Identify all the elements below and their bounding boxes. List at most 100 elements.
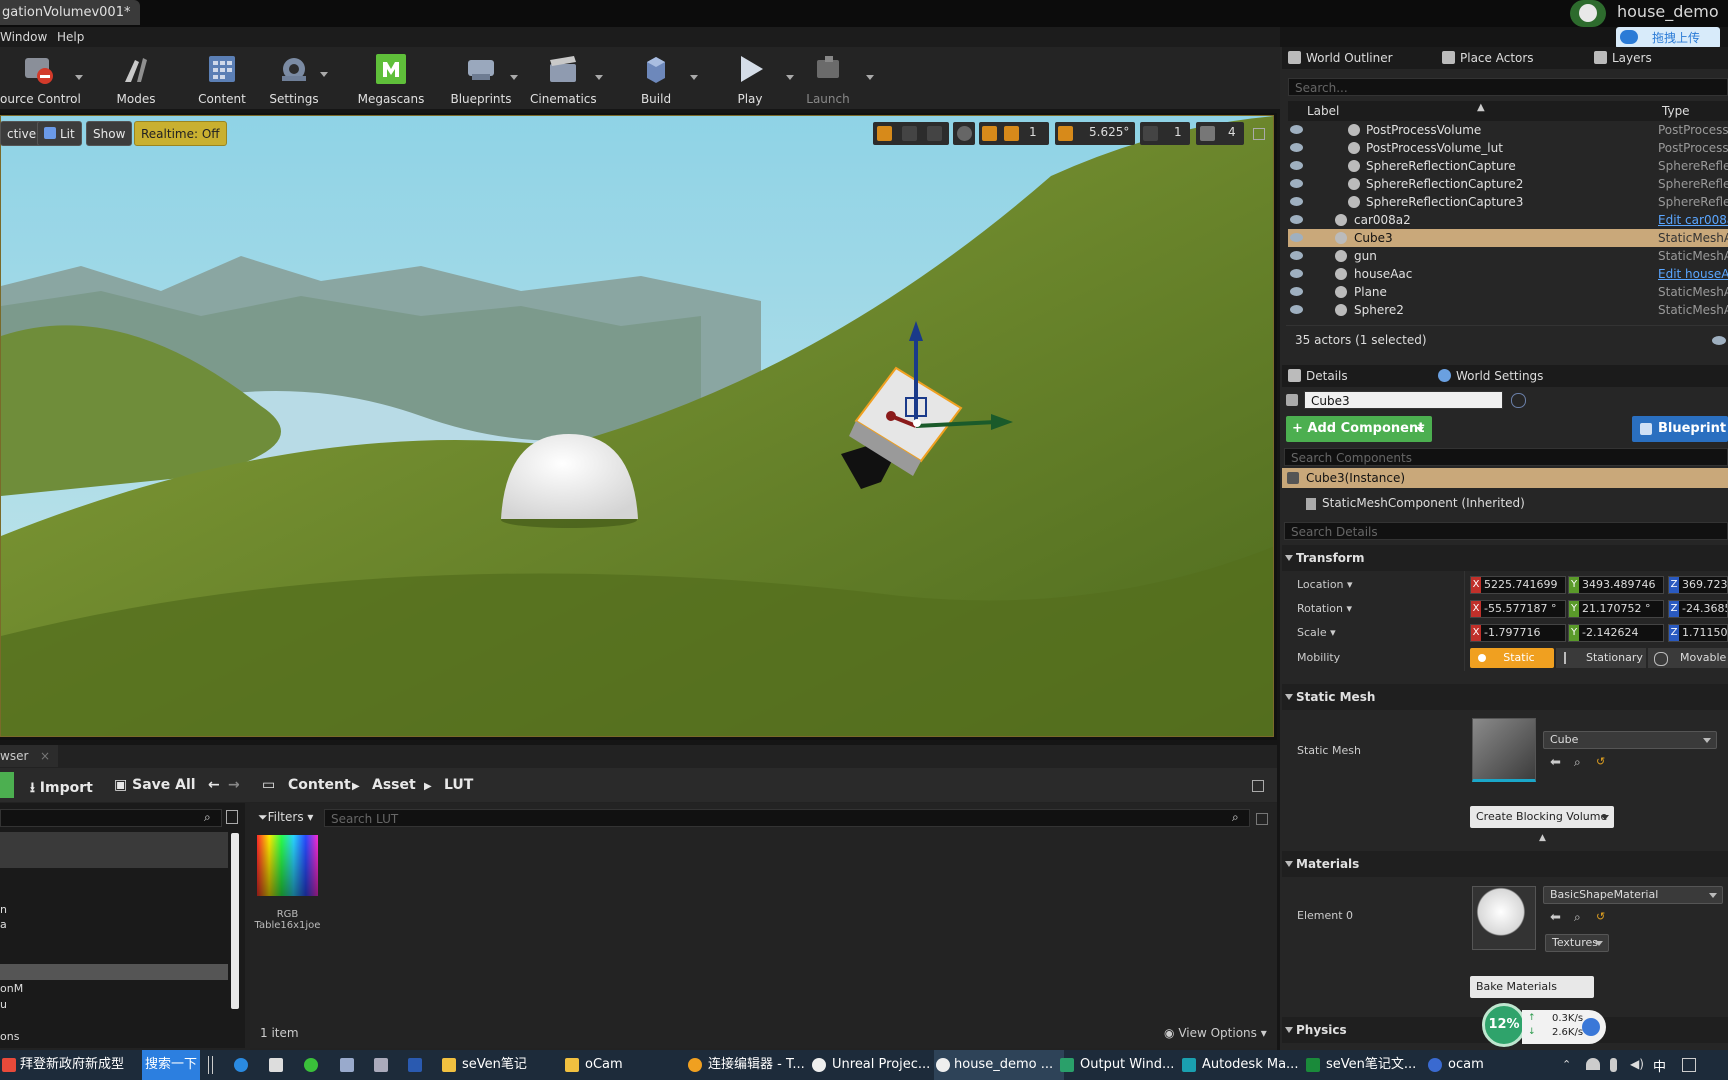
volume-icon[interactable]: ◀) [1630, 1057, 1644, 1071]
transform-tools[interactable] [873, 122, 949, 145]
grid-snap[interactable]: 1 [979, 122, 1049, 145]
visibility-eye-icon[interactable] [1290, 161, 1303, 170]
tab-world-outliner[interactable]: World Outliner [1282, 47, 1393, 69]
settings-button[interactable]: Settings [268, 50, 328, 108]
rotation-x-field[interactable]: X -55.577187 ° [1470, 600, 1566, 618]
rotation-label[interactable]: Rotation ▾ [1297, 602, 1352, 615]
tab-place-actors[interactable]: Place Actors [1436, 47, 1534, 69]
rotation-z-field[interactable]: Z -24.3685 [1668, 600, 1728, 618]
taskbar-autodesk-maya[interactable]: Autodesk Ma... [1182, 1050, 1298, 1080]
scene-render[interactable] [1, 116, 1274, 737]
scale-icon[interactable] [927, 126, 942, 141]
rotate-icon[interactable] [902, 126, 917, 141]
outliner-row[interactable]: houseAac Edit houseA [1288, 265, 1728, 283]
asset-search-icon[interactable]: ⌕ [1232, 810, 1239, 825]
level-viewport[interactable] [0, 115, 1274, 737]
column-label[interactable]: Label [1307, 104, 1339, 118]
location-y-field[interactable]: Y 3493.489746 [1568, 576, 1664, 594]
visibility-eye-icon[interactable] [1290, 215, 1303, 224]
realtime-button[interactable]: Realtime: Off [134, 121, 227, 146]
build-dropdown-icon[interactable] [690, 75, 698, 80]
folder-item[interactable]: u [0, 998, 7, 1011]
tray-expand-icon[interactable]: ⌃ [1562, 1058, 1571, 1071]
folder-row-selected[interactable] [0, 832, 228, 868]
section-transform[interactable]: Transform [1282, 545, 1728, 571]
visibility-eye-icon[interactable] [1290, 125, 1303, 134]
modes-button[interactable]: Modes [106, 50, 166, 108]
taskbar-search-button[interactable]: 搜索一下 [142, 1050, 200, 1080]
filters-button[interactable]: ⏷Filters ▾ [258, 810, 313, 825]
outliner-row[interactable]: SphereReflectionCapture2 SphereReflec [1288, 175, 1728, 193]
folder-item[interactable]: a [0, 918, 7, 931]
save-all-button[interactable]: ▣ Save All [114, 777, 196, 793]
visibility-eye-icon[interactable] [1290, 233, 1303, 242]
launch-button[interactable]: Launch [804, 50, 852, 108]
notes-icon[interactable] [340, 1058, 354, 1072]
cinematics-button[interactable]: Cinematics [530, 50, 597, 108]
reset-default-icon[interactable]: ↺ [1596, 755, 1605, 768]
edit-blueprint-link[interactable]: Edit houseA [1658, 265, 1728, 283]
upload-button[interactable]: 拖拽上传 [1616, 27, 1720, 49]
history-forward-icon[interactable]: → [228, 777, 240, 793]
material-reset-icon[interactable]: ↺ [1596, 910, 1605, 923]
material-use-selected-icon[interactable]: ⬅ [1550, 910, 1561, 925]
outliner-row[interactable]: Plane StaticMeshA [1288, 283, 1728, 301]
launch-dropdown-icon[interactable] [866, 75, 874, 80]
taskbar-output-window[interactable]: Output Wind... [1060, 1050, 1174, 1080]
use-selected-arrow-icon[interactable]: ⬅ [1550, 755, 1561, 770]
mobility-movable-button[interactable]: Movable [1648, 648, 1728, 668]
location-z-field[interactable]: Z 369.723 [1668, 576, 1728, 594]
save-search-icon[interactable] [1256, 813, 1268, 825]
world-local-toggle[interactable] [953, 122, 975, 145]
visibility-eye-icon[interactable] [1290, 143, 1303, 152]
visibility-eye-icon[interactable] [1290, 197, 1303, 206]
component-instance-row[interactable]: Cube3(Instance) [1282, 468, 1728, 488]
menu-help[interactable]: Help [57, 30, 84, 44]
close-tab-icon[interactable]: × [40, 745, 50, 767]
section-static-mesh[interactable]: Static Mesh [1282, 684, 1728, 710]
location-x-field[interactable]: X 5225.741699 [1470, 576, 1566, 594]
grid-snap-icon[interactable] [1004, 126, 1019, 141]
scale-snap[interactable]: 1 [1140, 122, 1190, 145]
play-dropdown-icon[interactable] [786, 75, 794, 80]
ime-keyboard-icon[interactable] [1682, 1058, 1696, 1072]
breadcrumb-lut[interactable]: LUT [444, 777, 473, 793]
visibility-eye-icon[interactable] [1290, 269, 1303, 278]
level-tab[interactable]: gationVolumev001* [0, 0, 140, 25]
taskbar-seven-notes-doc[interactable]: seVen笔记文... [1306, 1050, 1416, 1080]
create-blocking-volume-button[interactable]: Create Blocking Volume [1470, 806, 1614, 828]
store-icon[interactable] [269, 1058, 283, 1072]
taskbar-unreal-project[interactable]: Unreal Projec... [812, 1050, 930, 1080]
folder-item[interactable]: ons [0, 1030, 19, 1043]
static-mesh-component-row[interactable]: StaticMeshComponent (Inherited) [1306, 496, 1525, 510]
mobility-static-button[interactable]: Static [1470, 648, 1554, 668]
history-back-icon[interactable]: ← [208, 777, 220, 793]
add-new-button[interactable] [0, 772, 14, 798]
lock-selection-icon[interactable] [1511, 393, 1526, 408]
breadcrumb-asset[interactable]: Asset [372, 777, 416, 793]
search-components-input[interactable]: Search Components [1284, 448, 1728, 466]
lit-button[interactable]: Lit [37, 121, 82, 146]
tab-world-settings[interactable]: World Settings [1432, 365, 1543, 387]
taskbar-house-demo[interactable]: house_demo ... [934, 1050, 1064, 1080]
blueprints-button[interactable]: Blueprints [448, 50, 514, 108]
visibility-eye-icon[interactable] [1290, 287, 1303, 296]
surface-snap-icon[interactable] [982, 126, 997, 141]
blueprints-dropdown-icon[interactable] [510, 75, 518, 80]
source-control-button[interactable]: ource Control [0, 50, 81, 108]
outliner-row[interactable]: SphereReflectionCapture3 SphereReflec [1288, 193, 1728, 211]
collapse-advanced-icon[interactable]: ▲ [1539, 833, 1546, 843]
accelerate-icon[interactable] [1582, 1018, 1600, 1036]
build-button[interactable]: Build [636, 50, 676, 108]
mobility-stationary-button[interactable]: Stationary [1556, 648, 1646, 668]
outliner-row[interactable]: PostProcessVolume_lut PostProcess [1288, 139, 1728, 157]
ime-indicator[interactable]: 中 [1653, 1056, 1666, 1075]
search-details-input[interactable]: Search Details [1284, 522, 1728, 540]
edit-blueprint-link[interactable]: Edit car008a [1658, 211, 1728, 229]
outliner-row[interactable]: Sphere2 StaticMeshA [1288, 301, 1728, 319]
folder-item[interactable]: onM [0, 982, 23, 995]
material-picker[interactable]: BasicShapeMaterial [1543, 886, 1723, 904]
section-materials[interactable]: Materials [1282, 851, 1728, 877]
material-browse-icon[interactable]: ⌕ [1574, 910, 1581, 925]
folder-row-highlight[interactable] [0, 964, 228, 980]
